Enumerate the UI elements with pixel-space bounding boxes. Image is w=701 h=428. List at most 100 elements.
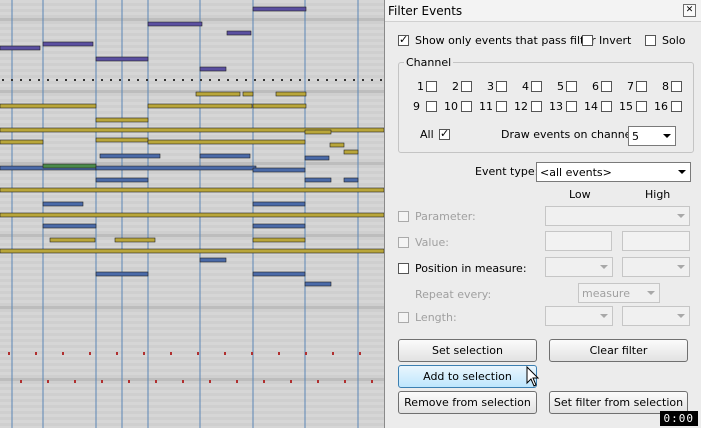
- channel-4-checkbox[interactable]: [531, 81, 542, 92]
- event-tick: [128, 79, 130, 81]
- midi-note: [0, 45, 41, 51]
- high-header: High: [645, 188, 671, 201]
- event-tick: [236, 79, 238, 81]
- key-row: [0, 354, 384, 357]
- event-tick: [224, 352, 226, 355]
- length-low-select[interactable]: [545, 306, 613, 326]
- position-low-select[interactable]: [545, 257, 613, 277]
- channel-16-label: 16: [654, 100, 668, 113]
- channel-15-checkbox[interactable]: [636, 101, 647, 112]
- value-high-input[interactable]: [622, 231, 690, 251]
- channel-9-checkbox[interactable]: [426, 101, 437, 112]
- length-high-select[interactable]: [622, 306, 690, 326]
- midi-note: [147, 103, 253, 109]
- key-row: [0, 246, 384, 249]
- length-checkbox[interactable]: [398, 312, 409, 323]
- midi-note: [304, 155, 330, 161]
- channel-10-checkbox[interactable]: [461, 101, 472, 112]
- key-row: [0, 390, 384, 393]
- parameter-checkbox[interactable]: [398, 211, 409, 222]
- event-tick: [173, 79, 175, 81]
- channel-8-checkbox[interactable]: [671, 81, 682, 92]
- key-row: [0, 30, 384, 33]
- event-tick: [8, 352, 10, 355]
- repeat-every-select[interactable]: measure: [578, 283, 660, 303]
- key-row: [0, 306, 384, 309]
- midi-note: [199, 257, 227, 263]
- channel-14-checkbox[interactable]: [601, 101, 612, 112]
- event-tick: [155, 79, 157, 81]
- event-tick: [371, 79, 373, 81]
- channel-6-checkbox[interactable]: [601, 81, 612, 92]
- key-row: [0, 258, 384, 261]
- channel-15-label: 15: [619, 100, 633, 113]
- channel-11-label: 11: [479, 100, 493, 113]
- key-row: [0, 414, 384, 417]
- solo-checkbox[interactable]: [645, 35, 656, 46]
- all-channels-checkbox[interactable]: [439, 127, 450, 140]
- key-row: [0, 234, 384, 237]
- midi-note: [343, 177, 359, 183]
- midi-note: [147, 139, 306, 145]
- show-only-checkbox[interactable]: [398, 33, 409, 46]
- key-row: [0, 270, 384, 273]
- dialog-titlebar[interactable]: Filter Events ✕: [385, 0, 701, 22]
- piano-roll[interactable]: [0, 0, 384, 428]
- value-checkbox[interactable]: [398, 237, 409, 248]
- event-type-value: <all events>: [540, 166, 612, 179]
- event-tick: [47, 79, 49, 81]
- event-tick: [20, 79, 22, 81]
- chevron-down-icon: [600, 314, 608, 318]
- event-tick: [209, 79, 211, 81]
- set-selection-button[interactable]: Set selection: [398, 339, 537, 362]
- channel-5-checkbox[interactable]: [566, 81, 577, 92]
- key-row: [0, 276, 384, 279]
- event-tick: [74, 380, 76, 383]
- show-only-label: Show only events that pass filter: [415, 34, 596, 47]
- channel-1-checkbox[interactable]: [426, 81, 437, 92]
- event-tick: [83, 79, 85, 81]
- draw-channel-select[interactable]: 5: [628, 126, 676, 146]
- channel-11-checkbox[interactable]: [496, 101, 507, 112]
- piano-roll-grid[interactable]: [0, 0, 384, 428]
- add-to-selection-button[interactable]: Add to selection: [398, 365, 537, 388]
- chevron-down-icon: [677, 214, 685, 218]
- clear-filter-button[interactable]: Clear filter: [549, 339, 688, 362]
- value-low-input[interactable]: [545, 231, 612, 251]
- key-row: [0, 96, 384, 99]
- position-checkbox[interactable]: [398, 263, 409, 274]
- position-high-select[interactable]: [622, 257, 690, 277]
- key-row: [0, 300, 384, 303]
- key-row: [0, 384, 384, 387]
- channel-12-checkbox[interactable]: [531, 101, 542, 112]
- channel-3-label: 3: [487, 80, 494, 93]
- channel-16-checkbox[interactable]: [671, 101, 682, 112]
- event-tick: [263, 380, 265, 383]
- key-row: [0, 198, 384, 201]
- event-tick: [137, 79, 139, 81]
- midi-note: [252, 271, 306, 277]
- close-icon[interactable]: ✕: [683, 4, 696, 17]
- event-tick: [227, 79, 229, 81]
- channel-2-checkbox[interactable]: [461, 81, 472, 92]
- event-tick: [263, 79, 265, 81]
- midi-note: [42, 41, 94, 47]
- midi-note: [0, 187, 384, 193]
- channel-3-checkbox[interactable]: [496, 81, 507, 92]
- channel-13-checkbox[interactable]: [566, 101, 577, 112]
- parameter-select[interactable]: [545, 206, 690, 226]
- remove-from-selection-button[interactable]: Remove from selection: [398, 391, 537, 414]
- channel-6-label: 6: [592, 80, 599, 93]
- parameter-label: Parameter:: [415, 210, 476, 223]
- midi-note: [95, 117, 149, 123]
- solo-label: Solo: [662, 34, 686, 47]
- midi-note: [304, 129, 332, 135]
- channel-7-checkbox[interactable]: [636, 81, 647, 92]
- channel-group-title: Channel: [404, 56, 454, 69]
- invert-checkbox[interactable]: [582, 35, 593, 46]
- event-tick: [65, 79, 67, 81]
- event-type-select[interactable]: <all events>: [536, 162, 691, 182]
- event-tick: [146, 79, 148, 81]
- event-tick: [200, 79, 202, 81]
- event-tick: [143, 352, 145, 355]
